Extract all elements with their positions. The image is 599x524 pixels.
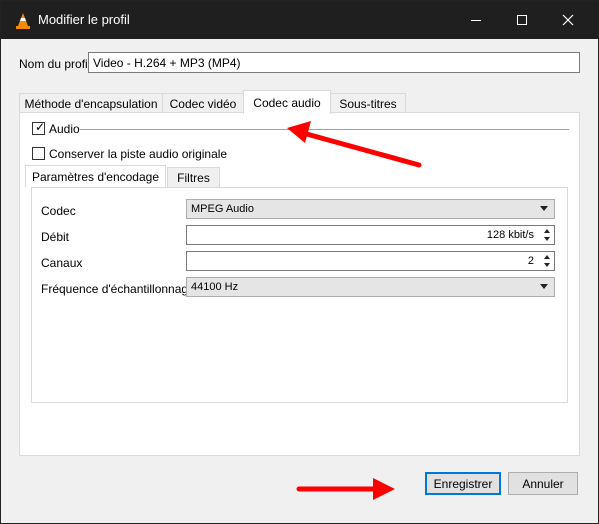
bitrate-spinbox[interactable]: 128 kbit/s: [186, 225, 555, 245]
tab-label: Codec vidéo: [169, 96, 237, 111]
bitrate-value: 128 kbit/s: [486, 229, 534, 241]
minimize-button[interactable]: [453, 1, 499, 39]
close-icon: [562, 14, 574, 26]
close-button[interactable]: [545, 1, 591, 39]
arrow-up-icon: [543, 255, 550, 259]
profile-name-label: Nom du profil: [19, 57, 91, 71]
spin-buttons: [540, 227, 553, 243]
red-arrow-save: [296, 478, 395, 500]
samplerate-label: Fréquence d'échantillonnage: [41, 282, 195, 296]
tab-subtitles[interactable]: Sous-titres: [330, 93, 406, 113]
minimize-icon: [471, 19, 481, 21]
keep-original-label: Conserver la piste audio originale: [49, 147, 228, 161]
arrow-down-icon: [543, 263, 550, 267]
codec-value: MPEG Audio: [191, 203, 254, 215]
chevron-down-icon: [540, 284, 548, 289]
encoding-params-panel: Codec MPEG Audio Débit 128 kbit/s Canaux…: [31, 187, 568, 403]
cancel-button-label: Annuler: [522, 476, 564, 491]
channels-value: 2: [527, 255, 534, 267]
maximize-icon: [517, 15, 527, 25]
arrow-down-icon: [543, 237, 550, 241]
save-button[interactable]: Enregistrer: [425, 472, 501, 495]
spin-up-button[interactable]: [540, 253, 553, 261]
save-button-label: Enregistrer: [433, 476, 493, 491]
profile-name-value: Video - H.264 + MP3 (MP4): [93, 55, 241, 70]
tab-label: Codec audio: [253, 95, 321, 110]
red-arrow-audio: [287, 121, 422, 168]
modify-profile-dialog: Modifier le profil Nom du profil Video -…: [0, 0, 599, 524]
samplerate-value: 44100 Hz: [191, 281, 239, 293]
samplerate-select[interactable]: 44100 Hz: [186, 277, 555, 297]
tab-encapsulation[interactable]: Méthode d'encapsulation: [19, 93, 163, 113]
vlc-cone-icon: [16, 13, 30, 29]
audio-checkbox[interactable]: ✓: [32, 120, 46, 135]
tab-label: Filtres: [177, 170, 210, 185]
maximize-button[interactable]: [499, 1, 545, 39]
check-icon: ✓: [35, 120, 46, 134]
profile-name-input[interactable]: Video - H.264 + MP3 (MP4): [88, 52, 580, 73]
tab-filters[interactable]: Filtres: [167, 167, 220, 187]
spin-buttons: [540, 253, 553, 269]
tab-label: Sous-titres: [339, 96, 397, 111]
spin-down-button[interactable]: [540, 235, 553, 243]
channels-spinbox[interactable]: 2: [186, 251, 555, 271]
spin-up-button[interactable]: [540, 227, 553, 235]
channels-label: Canaux: [41, 256, 83, 270]
cancel-button[interactable]: Annuler: [508, 472, 578, 495]
arrow-up-icon: [543, 229, 550, 233]
tab-encoding-params[interactable]: Paramètres d'encodage: [25, 165, 166, 187]
title-bar[interactable]: Modifier le profil: [1, 1, 598, 39]
spin-down-button[interactable]: [540, 261, 553, 269]
tab-audio-codec[interactable]: Codec audio: [243, 90, 331, 114]
codec-label: Codec: [41, 204, 76, 218]
keep-original-checkbox[interactable]: [32, 147, 45, 160]
codec-select[interactable]: MPEG Audio: [186, 199, 555, 219]
audio-checkbox-label: Audio: [49, 122, 80, 136]
dialog-content: Nom du profil Video - H.264 + MP3 (MP4) …: [9, 41, 592, 517]
bitrate-label: Débit: [41, 230, 70, 244]
tab-label: Méthode d'encapsulation: [24, 96, 158, 111]
tab-video-codec[interactable]: Codec vidéo: [162, 93, 244, 113]
tab-label: Paramètres d'encodage: [31, 169, 160, 184]
window-title: Modifier le profil: [38, 12, 130, 27]
chevron-down-icon: [540, 206, 548, 211]
